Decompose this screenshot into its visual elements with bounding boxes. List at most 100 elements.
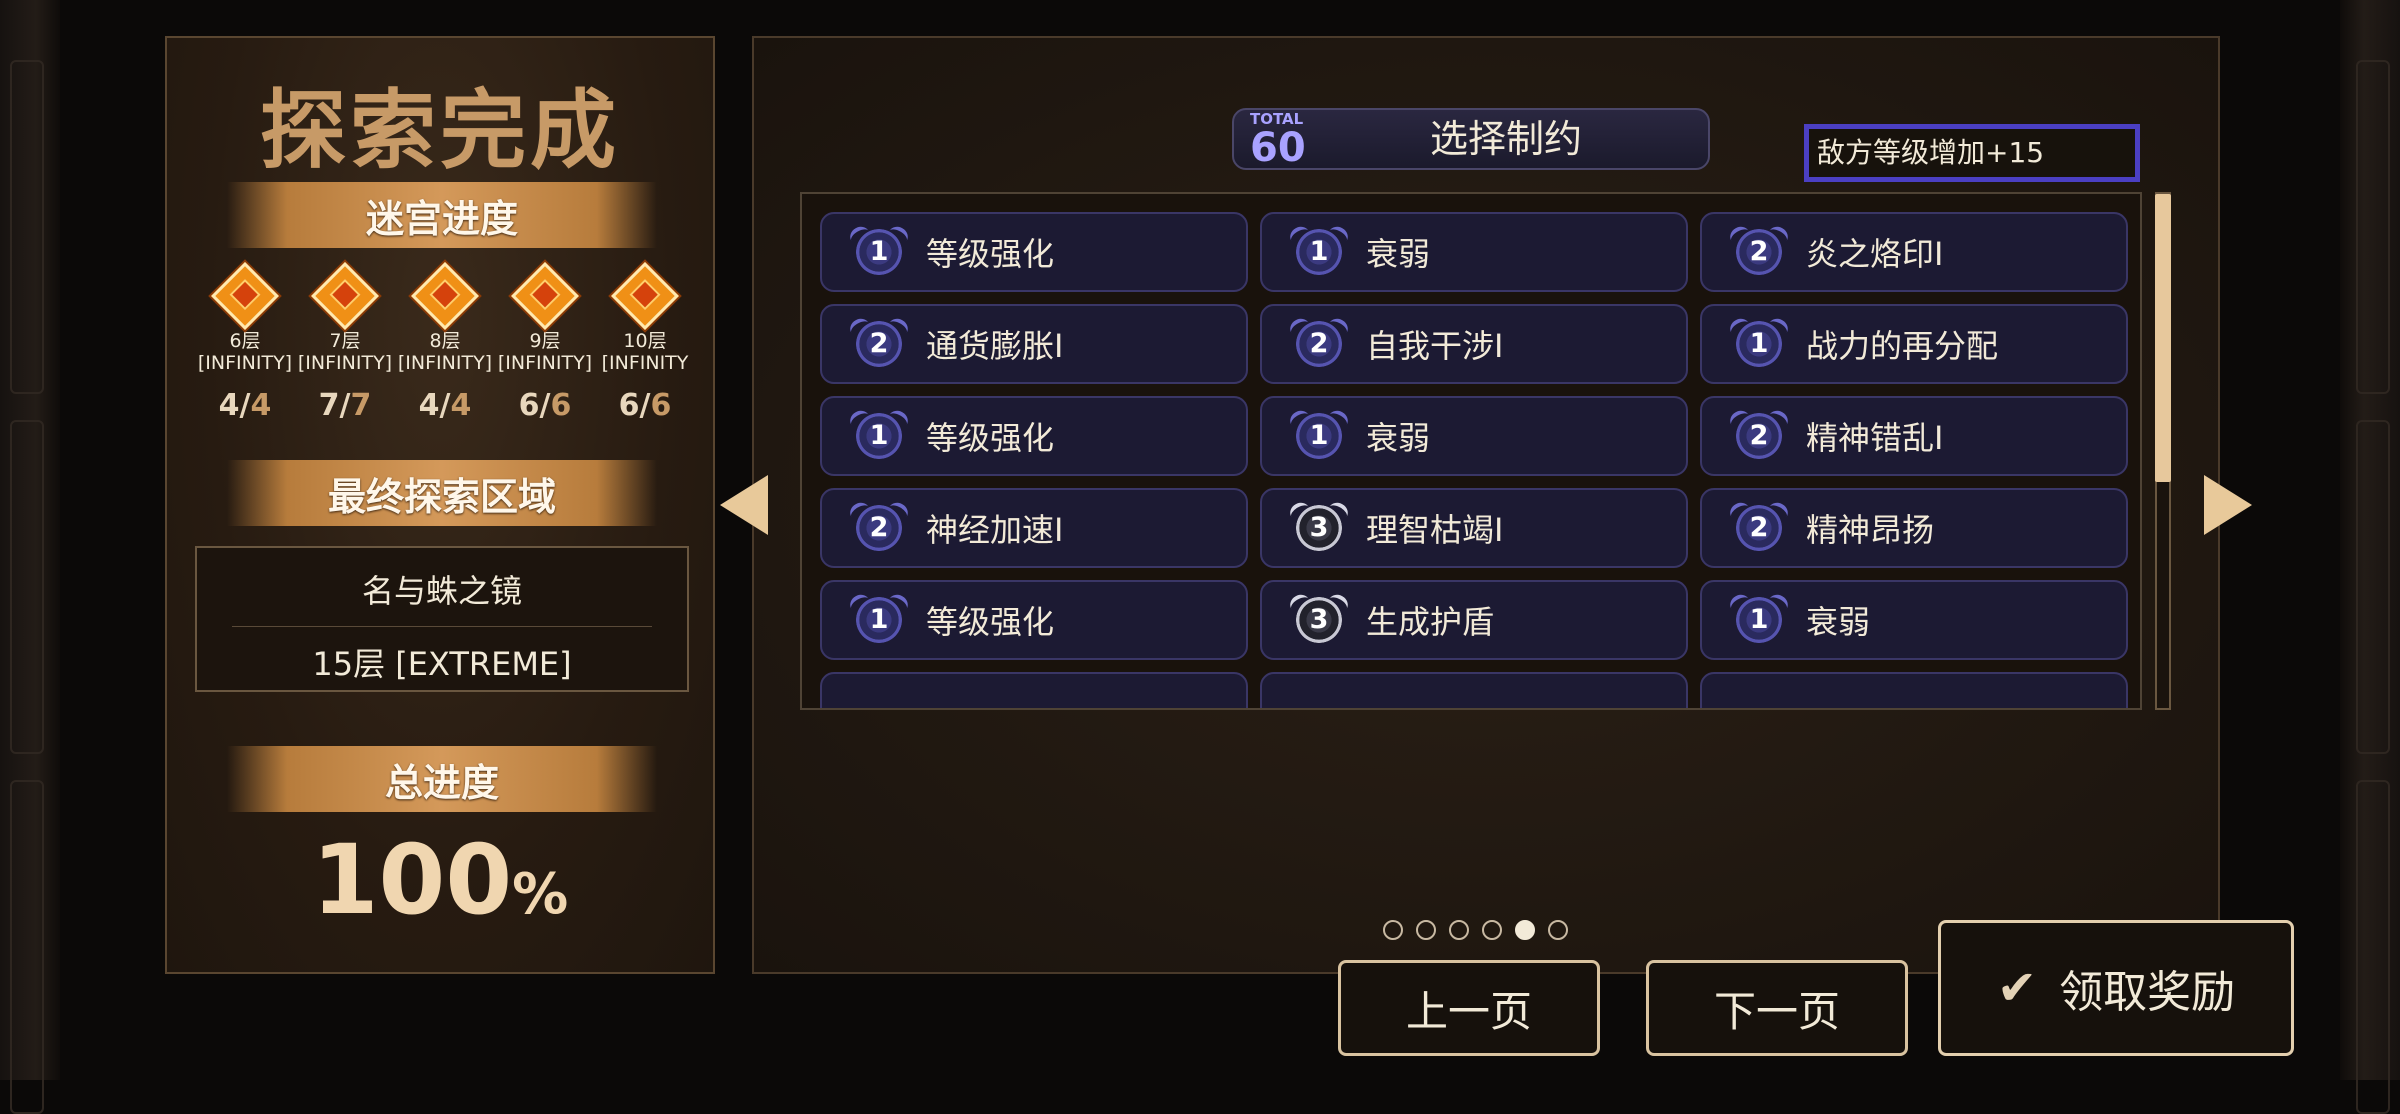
- constraint-label: 神经加速Ⅰ: [926, 511, 1064, 549]
- exploration-complete-title: 探索完成: [260, 81, 620, 181]
- constraint-label: 等级强化: [926, 235, 1055, 273]
- constraint-level: 1: [869, 236, 889, 267]
- floor-mode: [INFINITY]: [197, 352, 293, 374]
- floor-emblem-icon: [511, 262, 579, 330]
- page-dot[interactable]: [1383, 920, 1403, 940]
- checkmark-icon: ✔: [1996, 960, 2038, 1016]
- maze-progress-header: 迷宫进度: [227, 182, 657, 248]
- constraint-header: TOTAL 60 选择制约: [1232, 108, 1710, 170]
- effect-description: 敌方等级增加+15: [1804, 124, 2140, 182]
- floor-emblem-icon: [611, 262, 679, 330]
- constraint-level-icon: 2: [846, 499, 912, 553]
- constraint-level-icon: 2: [1726, 223, 1792, 277]
- floor-mode: [INFINITY]: [497, 352, 593, 374]
- frame-left-edge: [0, 0, 60, 1114]
- constraint-level-icon: 1: [846, 223, 912, 277]
- constraint-card[interactable]: 1 等级强化: [820, 212, 1248, 292]
- floor-progress-list: 6层 [INFINITY] 4/4 7层 [INFINITY] 7/7 8层 […: [195, 260, 695, 423]
- total-score: TOTAL 60: [1250, 110, 1306, 171]
- constraint-card[interactable]: 1 衰弱: [1700, 580, 2128, 660]
- constraint-level-icon: 1: [1286, 223, 1352, 277]
- page-indicator: [1383, 920, 1568, 940]
- constraint-label: 通货膨胀Ⅰ: [926, 327, 1064, 365]
- constraint-label: 精神昂扬: [1806, 511, 1935, 549]
- floor-count: 6/6: [518, 388, 572, 423]
- constraint-label: 衰弱: [1366, 235, 1431, 273]
- total-progress-value: 100%: [311, 824, 569, 936]
- constraint-level: 1: [869, 604, 889, 635]
- floor-item: 7层 [INFINITY] 7/7: [295, 260, 395, 423]
- floor-item: 8层 [INFINITY] 4/4: [395, 260, 495, 423]
- constraint-card[interactable]: 1 战力的再分配: [1700, 304, 2128, 384]
- exploration-summary-panel: 探索完成 迷宫进度 6层 [INFINITY] 4/4 7层 [INFINITY…: [165, 36, 715, 974]
- constraint-label: 理智枯竭Ⅰ: [1366, 511, 1504, 549]
- constraint-label: 生成护盾: [1366, 603, 1495, 641]
- constraint-card[interactable]: 1 等级强化: [820, 396, 1248, 476]
- floor-emblem-icon: [211, 262, 279, 330]
- next-page-button[interactable]: 下一页: [1646, 960, 1908, 1056]
- constraint-card[interactable]: 1 等级强化: [820, 580, 1248, 660]
- constraint-card[interactable]: 2 自我干涉Ⅰ: [1260, 304, 1688, 384]
- constraint-card[interactable]: 2 精神昂扬: [1700, 488, 2128, 568]
- total-progress-header: 总进度: [227, 746, 657, 812]
- constraint-level: 1: [869, 420, 889, 451]
- floor-count: 7/7: [318, 388, 372, 423]
- constraint-level-icon: 3: [1286, 499, 1352, 553]
- constraint-card-partial[interactable]: [1260, 672, 1688, 708]
- floor-item: 6层 [INFINITY] 4/4: [195, 260, 295, 423]
- constraint-label: 炎之烙印Ⅰ: [1806, 235, 1944, 273]
- final-area-floor: 15层 [EXTREME]: [312, 645, 572, 683]
- page-dot[interactable]: [1416, 920, 1436, 940]
- floor-name: 8层: [429, 330, 461, 352]
- prev-page-button[interactable]: 上一页: [1338, 960, 1600, 1056]
- constraint-card[interactable]: 3 生成护盾: [1260, 580, 1688, 660]
- floor-emblem-icon: [411, 262, 479, 330]
- constraint-level-icon: 2: [1726, 499, 1792, 553]
- constraint-card[interactable]: 1 衰弱: [1260, 212, 1688, 292]
- constraint-level: 3: [1309, 604, 1329, 635]
- floor-mode: [INFINITY: [601, 352, 689, 374]
- next-arrow-icon[interactable]: [2204, 475, 2252, 535]
- floor-name: 7层: [329, 330, 361, 352]
- constraint-card-partial[interactable]: [1700, 672, 2128, 708]
- floor-emblem-icon: [311, 262, 379, 330]
- final-area-box: 名与蛛之镜 15层 [EXTREME]: [195, 546, 689, 692]
- constraint-label: 等级强化: [926, 603, 1055, 641]
- constraint-level: 2: [1749, 420, 1769, 451]
- constraint-grid[interactable]: 1 等级强化 1 衰弱 2 炎之烙印Ⅰ 2 通货膨胀Ⅰ 2 自我干涉Ⅰ 1 战力的再分配 1 等级强化 1 衰…: [800, 192, 2142, 710]
- constraint-card[interactable]: 1 衰弱: [1260, 396, 1688, 476]
- page-dot[interactable]: [1548, 920, 1568, 940]
- constraint-level: 2: [869, 512, 889, 543]
- constraint-level-icon: 3: [1286, 591, 1352, 645]
- page-dot[interactable]: [1515, 920, 1535, 940]
- constraint-card[interactable]: 2 精神错乱Ⅰ: [1700, 396, 2128, 476]
- constraint-label: 精神错乱Ⅰ: [1806, 419, 1944, 457]
- constraint-card[interactable]: 2 神经加速Ⅰ: [820, 488, 1248, 568]
- constraint-level: 2: [1749, 236, 1769, 267]
- page-dot[interactable]: [1482, 920, 1502, 940]
- floor-mode: [INFINITY]: [297, 352, 393, 374]
- constraint-level-icon: 1: [846, 407, 912, 461]
- constraint-level-icon: 1: [1726, 591, 1792, 645]
- frame-right-edge: [2340, 0, 2400, 1114]
- constraint-level-icon: 1: [846, 591, 912, 645]
- final-area-header: 最终探索区域: [227, 460, 657, 526]
- prev-arrow-icon[interactable]: [720, 475, 768, 535]
- constraint-card-partial[interactable]: [820, 672, 1248, 708]
- scrollbar-thumb[interactable]: [2155, 194, 2171, 482]
- constraint-label: 战力的再分配: [1806, 327, 1999, 365]
- constraint-level-icon: 2: [1286, 315, 1352, 369]
- floor-name: 10层: [623, 330, 667, 352]
- constraint-card[interactable]: 2 炎之烙印Ⅰ: [1700, 212, 2128, 292]
- page-dot[interactable]: [1449, 920, 1469, 940]
- constraint-level-icon: 1: [1286, 407, 1352, 461]
- constraint-label: 衰弱: [1806, 603, 1871, 641]
- constraint-label: 衰弱: [1366, 419, 1431, 457]
- claim-reward-button[interactable]: ✔ 领取奖励: [1938, 920, 2294, 1056]
- constraint-level-icon: 2: [846, 315, 912, 369]
- floor-count: 4/4: [418, 388, 472, 423]
- constraint-card[interactable]: 2 通货膨胀Ⅰ: [820, 304, 1248, 384]
- divider: [232, 626, 652, 627]
- floor-count: 4/4: [218, 388, 272, 423]
- constraint-card[interactable]: 3 理智枯竭Ⅰ: [1260, 488, 1688, 568]
